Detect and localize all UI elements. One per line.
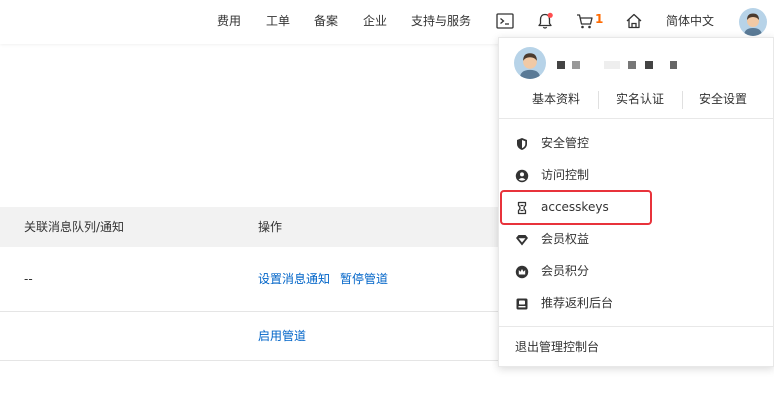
enable-pipeline-link[interactable]: 启用管道 — [258, 328, 306, 344]
terminal-icon[interactable] — [495, 11, 515, 31]
dropdown-avatar — [514, 47, 546, 79]
basic-profile-link[interactable]: 基本资料 — [532, 91, 580, 107]
nav-item-enterprise[interactable]: 企业 — [363, 13, 387, 29]
dropdown-divider — [499, 326, 774, 327]
redacted-name-block — [604, 61, 620, 69]
accesskeys-highlight-box — [500, 190, 652, 225]
menu-label: 会员权益 — [541, 232, 590, 246]
column-header-queue: 关联消息队列/通知 — [24, 220, 125, 234]
menu-label: 会员积分 — [541, 264, 590, 278]
real-name-auth-link[interactable]: 实名认证 — [616, 91, 664, 107]
menu-label: 推荐返利后台 — [541, 296, 614, 310]
logout-button[interactable]: 退出管理控制台 — [515, 339, 599, 355]
redacted-name-block — [628, 61, 636, 69]
pause-pipeline-link[interactable]: 暂停管道 — [340, 271, 388, 287]
redacted-name-block — [670, 61, 677, 69]
nav-item-tickets[interactable]: 工单 — [266, 13, 290, 29]
quick-link-separator — [682, 91, 683, 109]
menu-item-access-control[interactable]: 访问控制 — [499, 159, 774, 191]
menu-item-member-points[interactable]: 会员积分 — [499, 255, 774, 287]
user-avatar[interactable] — [739, 8, 767, 36]
redacted-name-block — [572, 61, 580, 69]
nav-item-billing[interactable]: 费用 — [217, 13, 241, 29]
redacted-name-block — [557, 61, 565, 69]
cart-icon[interactable] — [575, 11, 595, 31]
queue-cell: -- — [24, 272, 33, 286]
dropdown-divider — [499, 118, 774, 119]
menu-item-referral-rebate[interactable]: 推荐返利后台 — [499, 287, 774, 319]
user-circle-icon — [515, 168, 529, 183]
home-icon[interactable] — [624, 11, 644, 31]
menu-item-security-control[interactable]: 安全管控 — [499, 127, 774, 159]
cart-count-badge: 1 — [595, 12, 604, 26]
account-quick-links: 基本资料 实名认证 安全设置 — [499, 90, 774, 110]
menu-label: 安全管控 — [541, 136, 590, 150]
column-header-actions: 操作 — [258, 220, 283, 234]
diamond-icon — [515, 232, 529, 246]
bell-icon[interactable] — [535, 11, 555, 31]
menu-item-member-benefits[interactable]: 会员权益 — [499, 223, 774, 255]
quick-link-separator — [598, 91, 599, 109]
nav-item-icp[interactable]: 备案 — [314, 13, 338, 29]
language-switcher[interactable]: 简体中文 — [666, 13, 714, 29]
set-notification-link[interactable]: 设置消息通知 — [258, 271, 330, 287]
redacted-name-block — [645, 61, 653, 69]
console-page: 费用 工单 备案 企业 支持与服务 1 简体中文 关联消息队列/通知 操作 --… — [0, 0, 774, 402]
menu-label: 访问控制 — [541, 168, 590, 182]
nav-item-support[interactable]: 支持与服务 — [411, 13, 471, 29]
crown-icon — [515, 264, 529, 279]
ticket-icon — [515, 296, 529, 310]
shield-icon — [515, 136, 529, 150]
security-settings-link[interactable]: 安全设置 — [699, 91, 747, 107]
